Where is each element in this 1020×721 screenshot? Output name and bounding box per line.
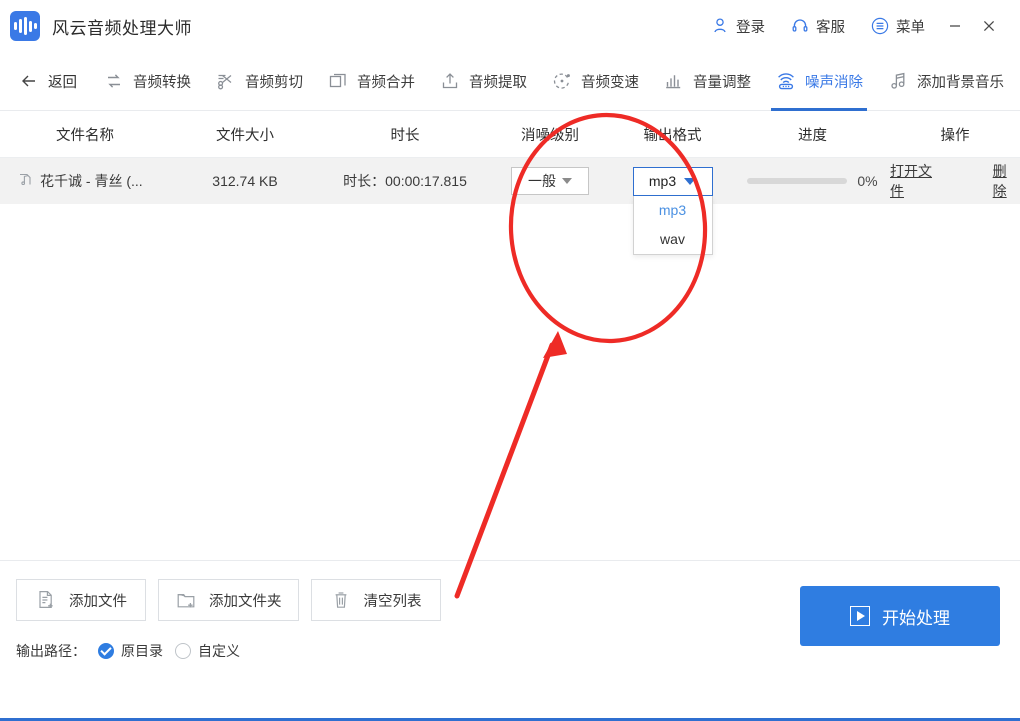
convert-arrows-icon <box>103 70 125 92</box>
cell-duration: 时长：00:00:17.815 <box>343 173 467 189</box>
toolbar-item-audio-speed[interactable]: 音频变速 <box>539 52 651 111</box>
login-label: 登录 <box>736 19 765 36</box>
chevron-down-icon <box>562 178 572 184</box>
column-header-filename: 文件名称 <box>56 127 114 144</box>
file-list-empty-area <box>0 204 1020 561</box>
radio-checked-icon <box>98 643 114 659</box>
menu-button[interactable]: 菜单 <box>858 9 938 43</box>
upload-icon <box>439 70 461 92</box>
output-path-option-custom[interactable]: 自定义 <box>175 641 240 661</box>
title-bar: 风云音频处理大师 登录 客服 菜单 <box>0 0 1020 52</box>
chevron-down-icon <box>684 177 697 185</box>
toolbar-item-audio-cut[interactable]: 音频剪切 <box>203 52 315 111</box>
output-path-label: 输出路径： <box>16 643 86 659</box>
main-toolbar: 返回 音频转换 音频剪切 音频合并 音频提取 音频变速 音量调整 噪声消除 添加… <box>0 52 1020 111</box>
toolbar-label-audio-merge: 音频合并 <box>357 74 415 91</box>
toolbar-item-back[interactable]: 返回 <box>8 52 91 111</box>
title-bar-actions: 登录 客服 菜单 <box>698 9 1006 43</box>
music-file-icon <box>18 172 33 190</box>
trash-icon <box>330 589 352 611</box>
toolbar-label-back: 返回 <box>48 74 77 91</box>
cell-filename: 花千诚 - 青丝 (... <box>0 171 170 191</box>
bar-levels-icon <box>663 70 685 92</box>
start-processing-button[interactable]: 开始处理 <box>800 586 1000 646</box>
noise-level-value: 一般 <box>528 173 556 189</box>
arrow-left-icon <box>18 70 40 92</box>
speed-circle-icon <box>551 70 573 92</box>
progress-text: 0% <box>857 173 878 189</box>
clear-list-label: 清空列表 <box>363 593 422 610</box>
minimize-button[interactable] <box>938 9 972 43</box>
toolbar-label-noise-removal: 噪声消除 <box>805 74 863 91</box>
cell-progress: 0% <box>735 173 890 189</box>
menu-list-icon <box>871 17 889 35</box>
user-icon <box>711 17 729 35</box>
toolbar-item-audio-extract[interactable]: 音频提取 <box>427 52 539 111</box>
cell-output-format: mp3 mp3 wav <box>610 166 735 255</box>
login-button[interactable]: 登录 <box>698 9 778 43</box>
toolbar-item-volume-adjust[interactable]: 音量调整 <box>651 52 763 111</box>
audio-wave-icon <box>10 11 40 41</box>
output-format-select[interactable]: mp3 <box>632 166 713 196</box>
column-header-output-format: 输出格式 <box>643 127 702 144</box>
support-label: 客服 <box>816 19 845 36</box>
output-format-dropdown-menu: mp3 wav <box>632 195 713 255</box>
cell-operations: 打开文件 删除 <box>890 161 1020 201</box>
column-header-duration: 时长 <box>390 127 420 144</box>
menu-label: 菜单 <box>896 19 925 36</box>
output-path-option-original-label: 原目录 <box>121 643 163 659</box>
cell-noise-level: 一般 <box>490 167 610 195</box>
file-plus-icon <box>35 589 57 611</box>
toolbar-label-add-bgm: 添加背景音乐 <box>917 74 1004 91</box>
output-path-option-custom-label: 自定义 <box>198 643 240 659</box>
output-format-value: mp3 <box>648 173 677 189</box>
output-format-option-wav[interactable]: wav <box>634 225 712 254</box>
start-processing-label: 开始处理 <box>882 608 950 628</box>
noise-wifi-icon <box>775 70 797 92</box>
toolbar-label-audio-cut: 音频剪切 <box>245 74 303 91</box>
toolbar-item-audio-merge[interactable]: 音频合并 <box>315 52 427 111</box>
footer-bar: 添加文件 添加文件夹 清空列表 输出路径： 原目录 自定义 开始处理 <box>0 561 1020 691</box>
headset-icon <box>791 17 809 35</box>
toolbar-label-audio-speed: 音频变速 <box>581 74 639 91</box>
noise-level-select[interactable]: 一般 <box>511 167 589 195</box>
output-format-option-mp3[interactable]: mp3 <box>634 196 712 225</box>
music-note-icon <box>887 70 909 92</box>
toolbar-label-audio-extract: 音频提取 <box>469 74 527 91</box>
folder-plus-icon <box>175 589 197 611</box>
open-file-link[interactable]: 打开文件 <box>890 161 945 201</box>
output-path-option-original[interactable]: 原目录 <box>98 641 163 661</box>
add-folder-button[interactable]: 添加文件夹 <box>158 579 299 621</box>
scissors-icon <box>215 70 237 92</box>
clear-list-button[interactable]: 清空列表 <box>310 579 441 621</box>
merge-squares-icon <box>327 70 349 92</box>
support-button[interactable]: 客服 <box>778 9 858 43</box>
app-title: 风云音频处理大师 <box>52 18 192 38</box>
filename-text: 花千诚 - 青丝 (... <box>40 173 143 189</box>
delete-link[interactable]: 删除 <box>993 161 1020 201</box>
toolbar-label-volume-adjust: 音量调整 <box>693 74 751 91</box>
toolbar-item-audio-convert[interactable]: 音频转换 <box>91 52 203 111</box>
progress-bar <box>747 178 848 184</box>
table-header: 文件名称 文件大小 时长 消噪级别 输出格式 进度 操作 <box>0 111 1020 158</box>
column-header-noise-level: 消噪级别 <box>521 127 579 144</box>
toolbar-label-audio-convert: 音频转换 <box>133 74 191 91</box>
column-header-filesize: 文件大小 <box>216 127 274 144</box>
table-row[interactable]: 花千诚 - 青丝 (... 312.74 KB 时长：00:00:17.815 … <box>0 158 1020 255</box>
app-window: 风云音频处理大师 登录 客服 菜单 返回 音频转换 音频剪切 音频合并 音频提取… <box>0 0 1020 721</box>
add-file-label: 添加文件 <box>69 593 127 610</box>
add-folder-label: 添加文件夹 <box>209 593 282 610</box>
cell-filesize: 312.74 KB <box>212 173 278 189</box>
radio-unchecked-icon <box>175 643 191 659</box>
toolbar-item-add-bgm[interactable]: 添加背景音乐 <box>875 52 1016 111</box>
close-button[interactable] <box>972 9 1006 43</box>
column-header-progress: 进度 <box>798 127 827 144</box>
play-icon <box>850 606 870 626</box>
toolbar-item-noise-removal[interactable]: 噪声消除 <box>763 52 875 111</box>
column-header-operations: 操作 <box>940 127 970 144</box>
add-file-button[interactable]: 添加文件 <box>16 579 146 621</box>
